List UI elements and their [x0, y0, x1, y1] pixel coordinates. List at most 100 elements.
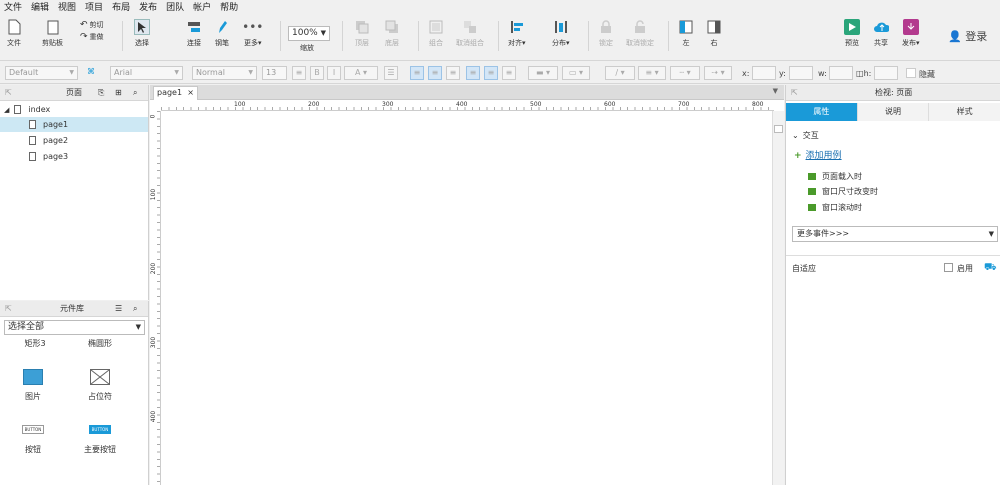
line-color-button[interactable]: ∕ ▾: [605, 66, 635, 80]
menu-view[interactable]: 视图: [58, 0, 76, 13]
widget-button[interactable]: BUTTON 按钮: [8, 425, 58, 455]
event-window-scroll[interactable]: 窗口滚动时: [808, 202, 862, 213]
widget-placeholder[interactable]: 占位符: [75, 369, 125, 402]
align-left-text-button[interactable]: ≡: [410, 66, 424, 80]
format-painter-icon[interactable]: ⌘: [84, 66, 98, 80]
login-button[interactable]: 👤 登录: [948, 28, 987, 44]
tree-item-page1[interactable]: page1: [0, 117, 148, 132]
italic-button[interactable]: I: [327, 66, 341, 80]
x-field[interactable]: [752, 66, 776, 80]
tree-item-page3[interactable]: page3: [0, 149, 148, 164]
adaptive-settings-icon[interactable]: ⛟: [984, 262, 997, 275]
menu-edit[interactable]: 编辑: [31, 0, 49, 13]
ungroup-button[interactable]: 取消组合: [456, 19, 484, 48]
add-page-icon[interactable]: ⎘: [98, 88, 104, 98]
design-canvas[interactable]: [161, 111, 772, 485]
library-select[interactable]: 选择全部 ▼: [4, 320, 145, 335]
align-button[interactable]: 对齐▾: [508, 19, 526, 48]
redo-button[interactable]: ↷ 重做: [80, 32, 104, 42]
align-left-button[interactable]: 左: [678, 19, 694, 48]
unlock-button[interactable]: 取消锁定: [626, 19, 654, 48]
menu-account[interactable]: 帐户: [193, 0, 211, 13]
tab-properties[interactable]: 属性: [786, 103, 858, 121]
w-label: w:: [818, 69, 827, 78]
tab-style[interactable]: 样式: [929, 103, 1000, 121]
lock-button[interactable]: 锁定: [598, 19, 614, 48]
y-field[interactable]: [789, 66, 813, 80]
line-style-button[interactable]: ┄ ▾: [670, 66, 700, 80]
widget-primary-button[interactable]: BUTTON 主要按钮: [75, 425, 125, 455]
menu-project[interactable]: 项目: [85, 0, 103, 13]
canvas-scrollbar[interactable]: [772, 111, 784, 485]
hidden-checkbox[interactable]: [906, 68, 916, 78]
collapse-icon[interactable]: ⇱: [791, 88, 798, 97]
widget-image[interactable]: 图片: [8, 369, 58, 402]
tree-item-page2[interactable]: page2: [0, 133, 148, 148]
valign-bottom-button[interactable]: ≡: [502, 66, 516, 80]
main-toolbar: 文件 剪贴板 ↶ 剪切 ↷ 重做 选择 连接 钢笔 ••• 更多▾ 100% ▼…: [0, 13, 1000, 61]
menu-publish[interactable]: 发布: [139, 0, 157, 13]
scroll-thumb[interactable]: [774, 125, 783, 133]
menu-layout[interactable]: 布局: [112, 0, 130, 13]
fill-color-button[interactable]: ▬ ▾: [528, 66, 558, 80]
align-center-text-button[interactable]: ≡: [428, 66, 442, 80]
collapse-icon[interactable]: ⇱: [5, 304, 12, 313]
collapse-icon[interactable]: ⇱: [5, 88, 12, 97]
image-icon: [23, 369, 43, 385]
align-right-button[interactable]: 右: [706, 19, 722, 48]
font-select[interactable]: Arial ▼: [110, 66, 183, 80]
text-color-button[interactable]: ≡: [292, 66, 306, 80]
tabs-menu-icon[interactable]: ▼: [773, 87, 778, 95]
connect-tool[interactable]: 连接: [186, 19, 202, 48]
tab-notes[interactable]: 说明: [857, 103, 930, 121]
interaction-section[interactable]: ⌄ 交互: [792, 130, 819, 141]
share-button[interactable]: 共享: [873, 19, 889, 48]
cut-button[interactable]: ↶ 剪切: [80, 20, 104, 30]
valign-top-button[interactable]: ≡: [466, 66, 480, 80]
clipboard-button[interactable]: 剪贴板: [42, 19, 63, 48]
menu-file[interactable]: 文件: [4, 0, 22, 13]
bullet-button[interactable]: ☰: [384, 66, 398, 80]
underline-button[interactable]: A ▾: [344, 66, 378, 80]
widget-rectangle[interactable]: 矩形3: [10, 338, 60, 349]
bring-to-top-button[interactable]: 顶层: [354, 19, 370, 48]
publish-button[interactable]: 发布▾: [902, 19, 920, 48]
bold-button[interactable]: B: [310, 66, 324, 80]
more-events-select[interactable]: 更多事件>>> ▼: [792, 226, 998, 242]
expand-icon[interactable]: ◢: [4, 106, 9, 114]
group-button[interactable]: 组合: [428, 19, 444, 48]
menu-icon[interactable]: ☰: [115, 304, 122, 313]
menu-help[interactable]: 帮助: [220, 0, 238, 13]
file-button[interactable]: 文件: [6, 19, 22, 48]
search-icon[interactable]: ⌕: [133, 304, 137, 314]
widget-ellipse[interactable]: 椭圆形: [75, 338, 125, 349]
tree-item-index[interactable]: ◢ index: [0, 102, 148, 117]
close-icon[interactable]: ×: [187, 87, 194, 99]
add-folder-icon[interactable]: ⊞: [115, 88, 122, 97]
preview-button[interactable]: 预览: [844, 19, 860, 48]
more-tools-button[interactable]: ••• 更多▾: [242, 19, 263, 48]
event-window-resize[interactable]: 窗口尺寸改变时: [808, 186, 878, 197]
font-size-select[interactable]: 13: [262, 66, 287, 80]
zoom-select[interactable]: 100% ▼: [288, 26, 330, 41]
add-case-link[interactable]: + 添加用例: [794, 148, 842, 161]
style-select[interactable]: Default ▼: [5, 66, 78, 80]
select-tool[interactable]: 选择: [134, 19, 150, 48]
event-page-load[interactable]: 页面载入时: [808, 171, 862, 182]
menu-team[interactable]: 团队: [166, 0, 184, 13]
distribute-button[interactable]: 分布▾: [552, 19, 570, 48]
arrow-style-button[interactable]: ⇢ ▾: [704, 66, 732, 80]
pen-tool[interactable]: 钢笔: [214, 19, 230, 48]
enable-checkbox[interactable]: [944, 263, 953, 272]
font-weight-select[interactable]: Normal ▼: [192, 66, 257, 80]
valign-middle-button[interactable]: ≡: [484, 66, 498, 80]
format-bar: Default ▼ ⌘ Arial ▼ Normal ▼ 13 ≡ B I A ▾ ☰…: [0, 62, 1000, 84]
w-field[interactable]: [829, 66, 853, 80]
line-width-button[interactable]: ≡ ▾: [638, 66, 666, 80]
align-right-text-button[interactable]: ≡: [446, 66, 460, 80]
h-field[interactable]: [874, 66, 898, 80]
shadow-button[interactable]: ▭ ▾: [562, 66, 590, 80]
tab-page1[interactable]: page1 ×: [153, 86, 198, 100]
send-to-bottom-button[interactable]: 底层: [384, 19, 400, 48]
search-icon[interactable]: ⌕: [133, 88, 137, 98]
